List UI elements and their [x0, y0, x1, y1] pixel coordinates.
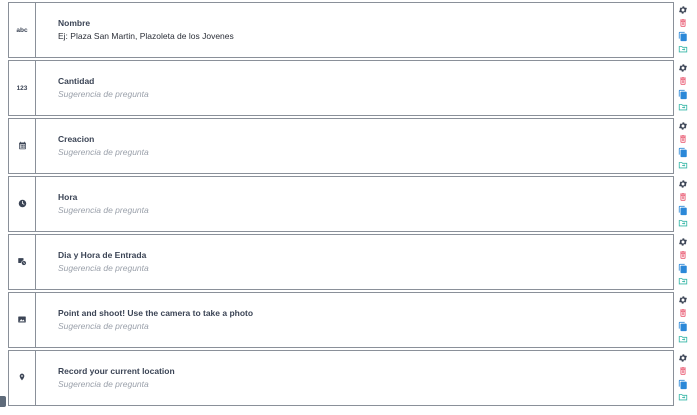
question-content[interactable]: Nombre Ej: Plaza San Martin, Plazoleta d…: [36, 2, 674, 58]
question-label: Record your current location: [58, 366, 175, 376]
question-actions: [674, 60, 692, 116]
move-folder-icon[interactable]: [677, 101, 689, 113]
delete-trash-icon[interactable]: [677, 17, 689, 29]
number-icon: 123: [16, 84, 28, 92]
move-folder-icon[interactable]: [677, 391, 689, 403]
question-actions: [674, 292, 692, 348]
duplicate-copy-icon[interactable]: [677, 204, 689, 216]
question-actions: [674, 350, 692, 406]
delete-trash-icon[interactable]: [677, 249, 689, 261]
settings-gear-icon[interactable]: [677, 178, 689, 190]
question-actions: [674, 118, 692, 174]
question-type-cell: [8, 350, 36, 406]
datetime-icon: [17, 253, 27, 271]
location-pin-icon: [18, 369, 26, 387]
question-hint: Sugerencia de pregunta: [58, 89, 149, 99]
question-hint: Ej: Plaza San Martin, Plazoleta de los J…: [58, 31, 234, 41]
settings-gear-icon[interactable]: [677, 4, 689, 16]
calendar-icon: [18, 137, 27, 155]
settings-gear-icon[interactable]: [677, 236, 689, 248]
duplicate-copy-icon[interactable]: [677, 378, 689, 390]
question-row[interactable]: Point and shoot! Use the camera to take …: [8, 292, 692, 348]
question-row[interactable]: 123 Cantidad Sugerencia de pregunta: [8, 60, 692, 116]
abc-text-icon: abc: [16, 26, 28, 34]
question-hint: Sugerencia de pregunta: [58, 379, 149, 389]
question-actions: [674, 2, 692, 58]
settings-gear-icon[interactable]: [677, 62, 689, 74]
delete-trash-icon[interactable]: [677, 133, 689, 145]
duplicate-copy-icon[interactable]: [677, 320, 689, 332]
delete-trash-icon[interactable]: [677, 191, 689, 203]
delete-trash-icon[interactable]: [677, 75, 689, 87]
question-row[interactable]: Creacion Sugerencia de pregunta: [8, 118, 692, 174]
sidebar-toggle-handle[interactable]: [0, 396, 6, 407]
delete-trash-icon[interactable]: [677, 307, 689, 319]
move-folder-icon[interactable]: [677, 275, 689, 287]
duplicate-copy-icon[interactable]: [677, 146, 689, 158]
question-content[interactable]: Dia y Hora de Entrada Sugerencia de preg…: [36, 234, 674, 290]
move-folder-icon[interactable]: [677, 217, 689, 229]
move-folder-icon[interactable]: [677, 159, 689, 171]
move-folder-icon[interactable]: [677, 333, 689, 345]
question-row[interactable]: abc Nombre Ej: Plaza San Martin, Plazole…: [8, 2, 692, 58]
question-actions: [674, 234, 692, 290]
question-content[interactable]: Cantidad Sugerencia de pregunta: [36, 60, 674, 116]
question-type-cell: abc: [8, 2, 36, 58]
question-label: Creacion: [58, 134, 95, 144]
question-type-cell: [8, 234, 36, 290]
question-label: Cantidad: [58, 76, 95, 86]
question-label: Nombre: [58, 18, 91, 28]
photo-icon: [17, 311, 27, 329]
question-type-cell: 123: [8, 60, 36, 116]
question-label: Point and shoot! Use the camera to take …: [58, 308, 254, 318]
question-hint: Sugerencia de pregunta: [58, 263, 149, 273]
question-type-cell: [8, 118, 36, 174]
question-content[interactable]: Creacion Sugerencia de pregunta: [36, 118, 674, 174]
settings-gear-icon[interactable]: [677, 294, 689, 306]
question-type-cell: [8, 176, 36, 232]
question-row[interactable]: Record your current location Sugerencia …: [8, 350, 692, 406]
question-hint: Sugerencia de pregunta: [58, 321, 149, 331]
question-label: Hora: [58, 192, 78, 202]
question-row[interactable]: Hora Sugerencia de pregunta: [8, 176, 692, 232]
question-hint: Sugerencia de pregunta: [58, 147, 149, 157]
question-content[interactable]: Hora Sugerencia de pregunta: [36, 176, 674, 232]
duplicate-copy-icon[interactable]: [677, 88, 689, 100]
question-type-cell: [8, 292, 36, 348]
question-list: abc Nombre Ej: Plaza San Martin, Plazole…: [0, 0, 697, 415]
duplicate-copy-icon[interactable]: [677, 262, 689, 274]
clock-icon: [18, 195, 27, 213]
duplicate-copy-icon[interactable]: [677, 30, 689, 42]
delete-trash-icon[interactable]: [677, 365, 689, 377]
settings-gear-icon[interactable]: [677, 352, 689, 364]
question-content[interactable]: Record your current location Sugerencia …: [36, 350, 674, 406]
settings-gear-icon[interactable]: [677, 120, 689, 132]
question-label: Dia y Hora de Entrada: [58, 250, 147, 260]
move-folder-icon[interactable]: [677, 43, 689, 55]
question-actions: [674, 176, 692, 232]
question-hint: Sugerencia de pregunta: [58, 205, 149, 215]
question-row[interactable]: Dia y Hora de Entrada Sugerencia de preg…: [8, 234, 692, 290]
question-content[interactable]: Point and shoot! Use the camera to take …: [36, 292, 674, 348]
